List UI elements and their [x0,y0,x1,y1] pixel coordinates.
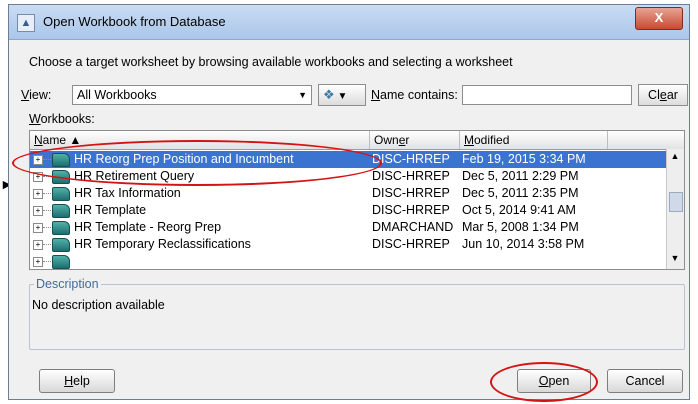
workbook-owner: DISC-HRREP [372,203,450,217]
expand-icon[interactable]: + [33,206,43,216]
workbook-options-button[interactable]: ❖ ▼ [318,84,366,106]
callout-ellipse-open [490,362,598,402]
workbook-modified: Mar 5, 2008 1:34 PM [462,220,579,234]
description-text: No description available [32,298,165,312]
vertical-scrollbar[interactable]: ▲ ▼ [666,149,684,269]
workbook-icon [52,204,70,218]
column-header-modified[interactable]: Modified [460,131,608,149]
workbook-modified: Jun 10, 2014 3:58 PM [462,237,585,251]
table-row[interactable]: + HR Template DISC-HRREP Oct 5, 2014 9:4… [30,202,666,219]
scroll-up-icon[interactable]: ▲ [669,151,681,165]
workbook-modified: Dec 5, 2011 2:29 PM [462,169,579,183]
expand-icon[interactable]: + [33,223,43,233]
scroll-down-icon[interactable]: ▼ [669,253,681,267]
column-header-owner[interactable]: Owner [370,131,460,149]
workbook-owner: DISC-HRREP [372,169,450,183]
expand-icon[interactable]: + [33,257,43,267]
table-row[interactable]: + HR Temporary Reclassifications DISC-HR… [30,236,666,253]
dropdown-arrow-icon: ▼ [337,91,348,102]
workbooks-label: Workbooks: [29,112,95,126]
table-row[interactable]: + HR Template - Reorg Prep DMARCHAND Mar… [30,219,666,236]
help-button[interactable]: Help [39,369,115,393]
name-contains-input[interactable] [462,85,632,105]
scroll-thumb[interactable] [669,192,683,212]
view-label: View: [21,88,52,102]
workbook-icon [52,187,70,201]
expand-icon[interactable]: + [33,240,43,250]
workbook-owner: DMARCHAND [372,220,454,234]
description-panel: Description No description available [29,277,685,350]
app-icon: ▲ [17,14,35,32]
cancel-button[interactable]: Cancel [607,369,683,393]
callout-ellipse-workbook [12,140,382,186]
workbook-owner: DISC-HRREP [372,152,450,166]
name-contains-label: Name contains: [371,88,458,102]
workbook-owner: DISC-HRREP [372,186,450,200]
chevron-down-icon: ▼ [298,90,307,100]
workbook-owner: DISC-HRREP [372,237,450,251]
workbook-tree-icon: ❖ [323,87,335,102]
workbook-name: HR Template - Reorg Prep [74,220,222,234]
view-dropdown-value: All Workbooks [77,88,157,102]
table-row[interactable]: + HR Tax Information DISC-HRREP Dec 5, 2… [30,185,666,202]
open-workbook-dialog: ▲ Open Workbook from Database X Choose a… [8,4,690,400]
workbook-icon [52,221,70,235]
workbook-name: HR Temporary Reclassifications [74,237,251,251]
close-button[interactable]: X [635,7,683,30]
workbook-modified: Dec 5, 2011 2:35 PM [462,186,579,200]
dialog-title: Open Workbook from Database [43,14,226,29]
workbook-modified: Oct 5, 2014 9:41 AM [462,203,576,217]
table-row-partial[interactable]: + [30,253,666,269]
workbook-name: HR Template [74,203,147,217]
description-legend: Description [34,277,101,291]
expand-icon[interactable]: + [33,189,43,199]
clear-button[interactable]: Clear [638,84,688,106]
view-dropdown[interactable]: All Workbooks ▼ [72,85,312,105]
workbook-icon [52,238,70,252]
instruction-text: Choose a target worksheet by browsing av… [29,55,513,69]
workbook-icon [52,255,70,269]
workbook-modified: Feb 19, 2015 3:34 PM [462,152,586,166]
workbook-name: HR Tax Information [74,186,181,200]
title-bar[interactable]: ▲ Open Workbook from Database X [9,5,689,40]
